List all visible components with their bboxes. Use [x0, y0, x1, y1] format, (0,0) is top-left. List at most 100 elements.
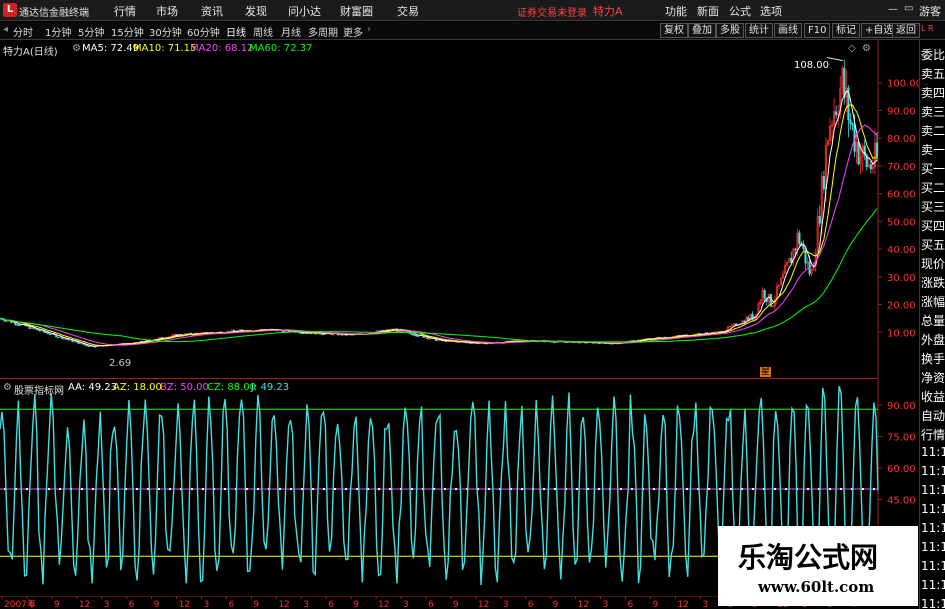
menu-function[interactable]: 功能 — [665, 3, 687, 19]
quote-panel-item[interactable]: 净资 — [921, 369, 945, 386]
draw-line-button[interactable]: 画线 — [774, 23, 802, 38]
menu-quotes[interactable]: 行情 — [114, 3, 136, 19]
quote-panel-item[interactable]: 卖一 — [921, 141, 945, 158]
window-icon[interactable]: ▭ — [904, 3, 913, 14]
time-axis-label: 9 — [453, 600, 459, 609]
quote-panel-item[interactable]: 外盘 — [921, 331, 945, 348]
quote-panel-item[interactable]: 卖五 — [921, 65, 945, 82]
period-more[interactable]: 更多 — [343, 24, 363, 39]
panel-corner-label[interactable]: L R — [921, 24, 934, 33]
quote-panel-item[interactable]: 买二 — [921, 179, 945, 196]
back-button[interactable]: 返回 — [892, 23, 920, 38]
quote-panel-item[interactable]: 买五 — [921, 236, 945, 253]
quote-panel-item[interactable]: 买三 — [921, 198, 945, 215]
multi-stock-button[interactable]: 多股 — [716, 23, 744, 38]
time-axis-label: 6 — [628, 600, 634, 609]
quote-panel-item[interactable]: 自动 — [921, 407, 945, 424]
quote-side-panel[interactable]: 委比卖五卖四卖三卖二卖一买一买二买三买四买五现价涨跌涨幅总量外盘换手净资收益自动… — [919, 40, 945, 609]
quote-panel-item[interactable]: 11:1 — [921, 578, 945, 592]
candle-body — [83, 344, 86, 346]
quote-panel-item[interactable]: 卖二 — [921, 122, 945, 139]
quote-panel-item[interactable]: 换手 — [921, 350, 945, 367]
quote-panel-item[interactable]: 涨跌 — [921, 274, 945, 291]
more-chevron-icon[interactable]: › — [367, 24, 371, 35]
bz-dot — [521, 488, 523, 490]
quote-panel-item[interactable]: 卖三 — [921, 103, 945, 120]
period-60min[interactable]: 60分钟 — [187, 24, 220, 39]
bz-dot — [620, 488, 622, 490]
login-warning[interactable]: 证券交易未登录 — [517, 4, 587, 19]
restore-rights-button[interactable]: 复权 — [660, 23, 688, 38]
quote-panel-item[interactable]: 11:1 — [921, 540, 945, 554]
period-1min[interactable]: 1分钟 — [45, 24, 71, 39]
period-weekly[interactable]: 周线 — [253, 24, 273, 39]
quote-panel-item[interactable]: 涨幅 — [921, 293, 945, 310]
bz-dot — [488, 488, 490, 490]
candle-body — [798, 232, 801, 244]
bz-dot — [158, 488, 160, 490]
candle-body — [743, 320, 746, 323]
chart-diamond-icon[interactable]: ◇ — [848, 43, 856, 54]
period-monthly[interactable]: 月线 — [281, 24, 301, 39]
candle-body — [410, 332, 413, 335]
period-5min[interactable]: 5分钟 — [78, 24, 104, 39]
menu-trade[interactable]: 交易 — [397, 3, 419, 19]
quote-panel-item[interactable]: 11:1 — [921, 559, 945, 573]
quote-panel-item[interactable]: 买一 — [921, 160, 945, 177]
bz-dot — [279, 488, 281, 490]
menu-new-page[interactable]: 新面 — [697, 3, 719, 19]
legend-gear-icon[interactable]: ⚙ — [72, 43, 81, 54]
bz-dot — [48, 488, 50, 490]
quote-panel-item[interactable]: 现价 — [921, 255, 945, 272]
quote-panel-item[interactable]: 11:1 — [921, 597, 945, 609]
mark-button[interactable]: 标记 — [832, 23, 860, 38]
quote-panel-item[interactable]: 总量 — [921, 312, 945, 329]
menu-formula[interactable]: 公式 — [729, 3, 751, 19]
quote-panel-item[interactable]: 11:1 — [921, 521, 945, 535]
time-axis-label: 9 — [553, 600, 559, 609]
indicator-axis-label: 60.00 — [887, 464, 916, 475]
guest-label[interactable]: 游客 — [919, 3, 941, 19]
menu-news[interactable]: 资讯 — [201, 3, 223, 19]
indicator-settings-icon[interactable]: ⚙ — [3, 382, 12, 393]
price-chart-panel[interactable]: 100.00 90.00 80.00 70.00 60.00 50.00 40.00 30.0… — [0, 40, 919, 378]
minimize-icon[interactable]: — — [888, 4, 898, 15]
quote-panel-item[interactable]: 11:1 — [921, 483, 945, 497]
time-axis-label: 12 — [478, 600, 489, 609]
quote-panel-item[interactable]: 委比 — [921, 46, 945, 63]
overlay-button[interactable]: 叠加 — [688, 23, 716, 38]
menu-wealth[interactable]: 财富圈 — [340, 3, 373, 19]
quote-panel-item[interactable]: 收益 — [921, 388, 945, 405]
f10-button[interactable]: F10 — [804, 23, 831, 38]
price-axis-label: 50.00 — [887, 217, 916, 228]
bz-dot — [719, 488, 721, 490]
event-marker[interactable]: 星 — [760, 367, 772, 377]
period-daily[interactable]: 日线 — [226, 24, 246, 39]
candle-body — [794, 248, 797, 251]
time-axis-label: 6 — [129, 600, 135, 609]
period-30min[interactable]: 30分钟 — [149, 24, 182, 39]
statistics-button[interactable]: 统计 — [745, 23, 773, 38]
quote-panel-item[interactable]: 11:1 — [921, 502, 945, 516]
period-intraday[interactable]: 分时 — [13, 24, 33, 39]
chart-settings-icon[interactable]: ⚙ — [862, 43, 871, 54]
period-multi[interactable]: 多周期 — [308, 24, 338, 39]
quote-panel-item[interactable]: 买四 — [921, 217, 945, 234]
quote-panel-item[interactable]: 11:1 — [921, 445, 945, 459]
menu-ask[interactable]: 问小达 — [288, 3, 321, 19]
legend-j: J: 49.23 — [251, 382, 290, 393]
price-chart-svg[interactable]: 100.00 90.00 80.00 70.00 60.00 50.00 40.00 30.0… — [0, 40, 919, 378]
quote-panel-item[interactable]: 行情 — [921, 426, 945, 443]
period-arrow-icon[interactable]: ◂ — [3, 24, 8, 35]
price-axis-label: 60.00 — [887, 190, 916, 201]
time-axis-label: 3 — [403, 600, 409, 609]
bz-dot — [224, 488, 226, 490]
menu-discover[interactable]: 发现 — [245, 3, 267, 19]
menu-options[interactable]: 选项 — [760, 3, 782, 19]
period-15min[interactable]: 15分钟 — [111, 24, 144, 39]
quote-panel-item[interactable]: 11:1 — [921, 464, 945, 478]
bz-dot — [169, 488, 171, 490]
candle-body — [822, 176, 825, 190]
quote-panel-item[interactable]: 卖四 — [921, 84, 945, 101]
menu-market[interactable]: 市场 — [156, 3, 178, 19]
